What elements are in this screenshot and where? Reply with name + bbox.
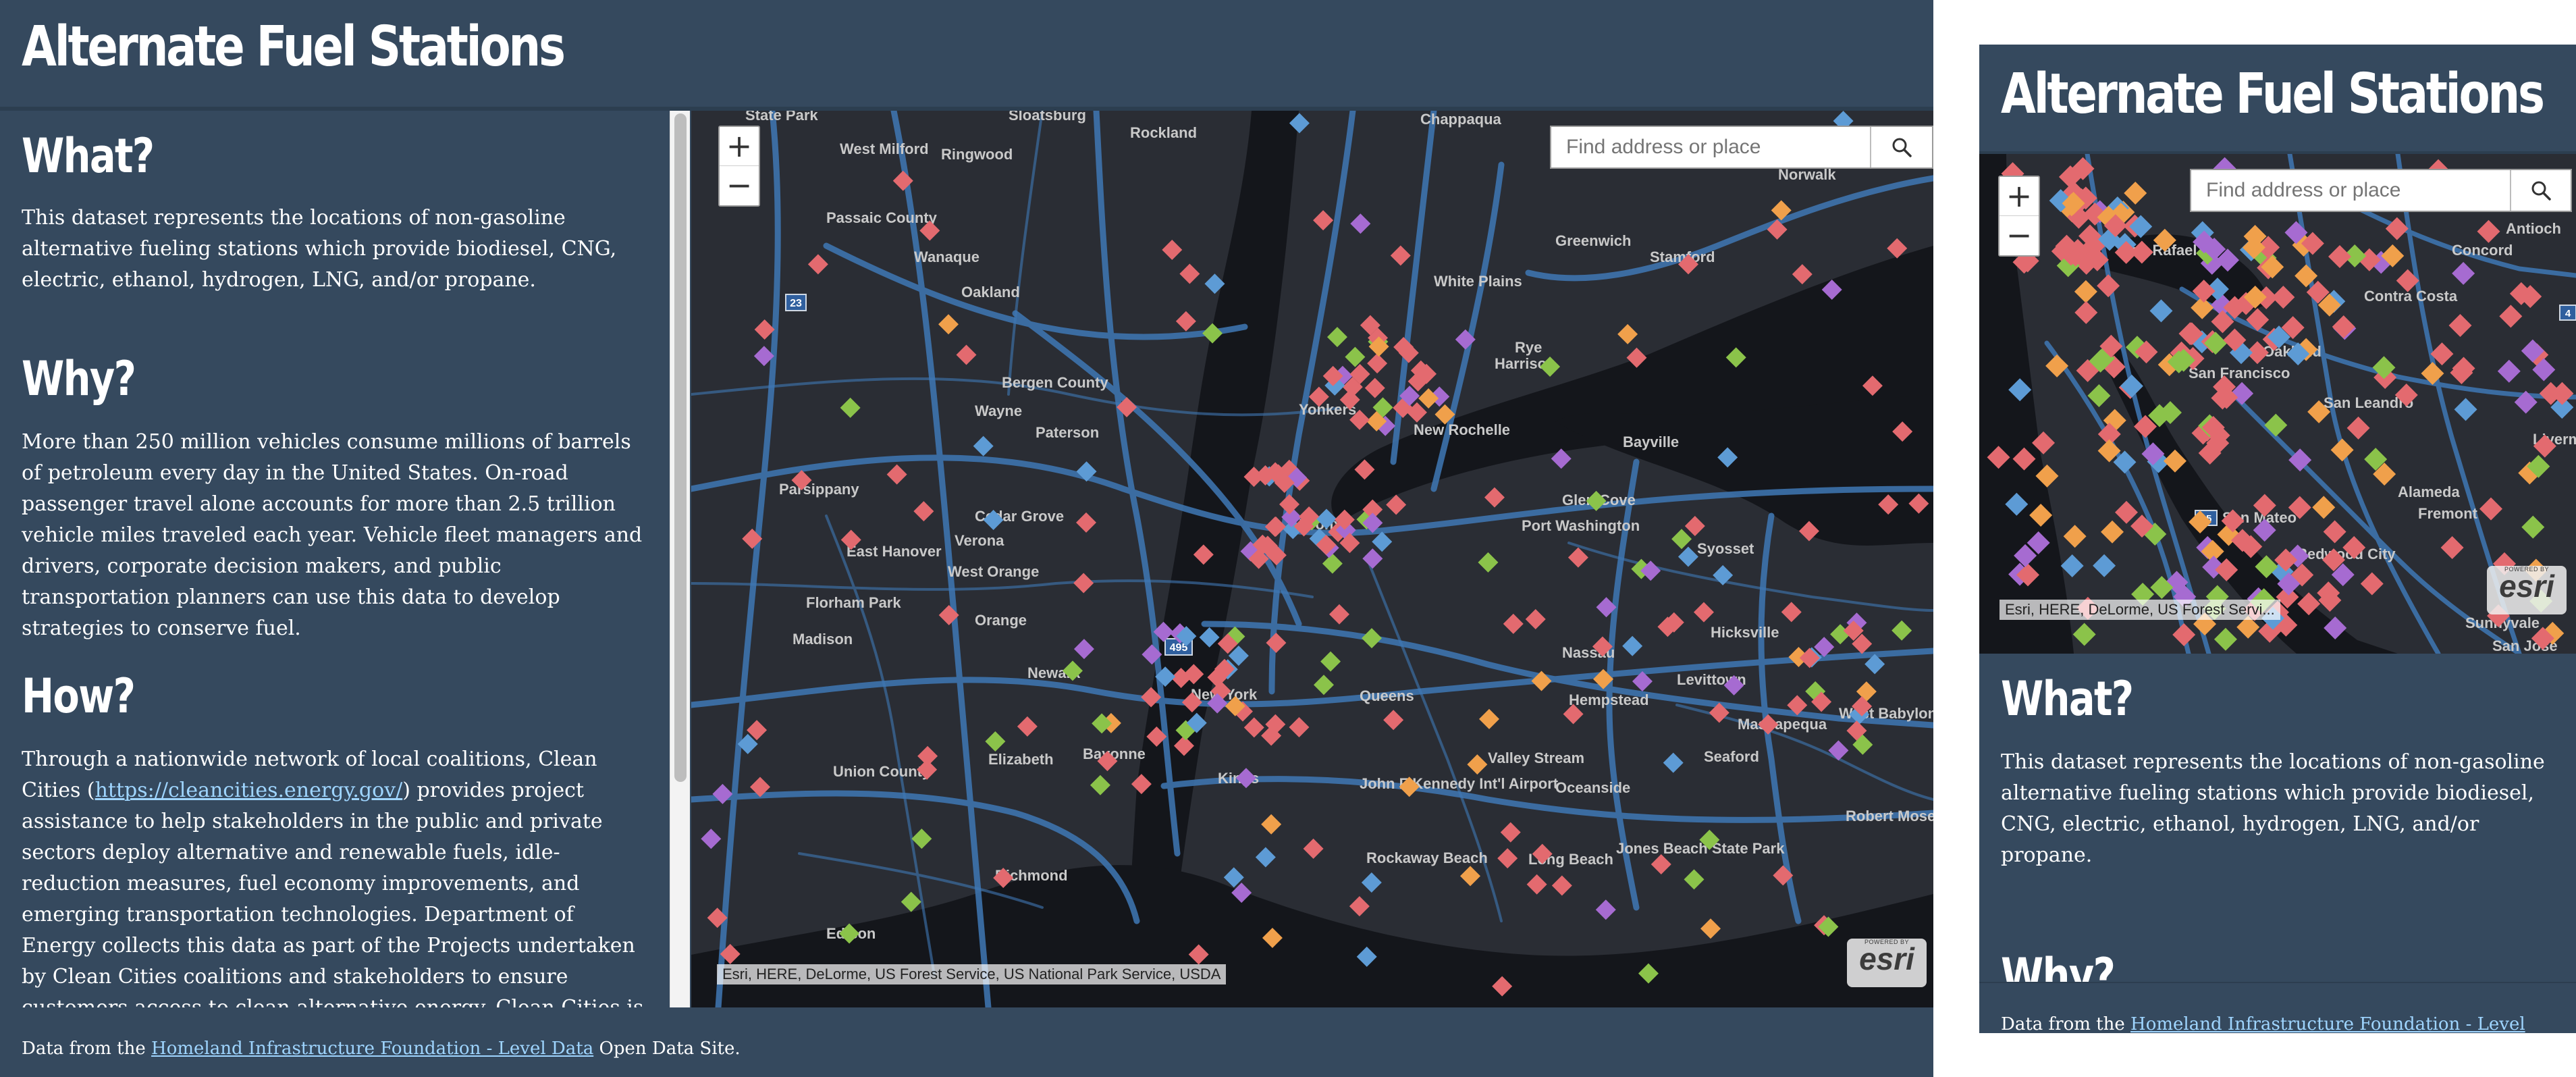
- label-east-hanover: East Hanover: [847, 543, 942, 560]
- zoom-out-button[interactable]: −: [720, 166, 759, 205]
- mobile-search-button[interactable]: [2511, 170, 2571, 211]
- search-icon: [1892, 138, 1912, 157]
- label-west-orange: West Orange: [948, 563, 1039, 580]
- label-union: Union County: [833, 763, 931, 780]
- label-bayville: Bayville: [1623, 434, 1679, 450]
- label-orange: Orange: [975, 612, 1027, 629]
- label-greenwich: Greenwich: [1555, 232, 1631, 249]
- label-white-plains: White Plains: [1434, 273, 1522, 290]
- mobile-esri-wordmark: esri: [2499, 569, 2554, 604]
- mobile-search-input[interactable]: Find address or place: [2191, 170, 2511, 211]
- label-alameda: Alameda: [2398, 483, 2460, 500]
- label-chappaqua: Chappaqua: [1420, 111, 1502, 128]
- label-sloatsburg: Sloatsburg: [1009, 111, 1086, 124]
- label-jones-beach: Jones Beach State Park: [1616, 840, 1785, 857]
- mobile-footer: Data from the Homeland Infrastructure Fo…: [1979, 982, 2576, 1033]
- geocoder-search: Find address or place: [1550, 126, 1933, 169]
- label-madison: Madison: [793, 631, 853, 648]
- zoom-control: + −: [718, 126, 760, 207]
- label-new-rochelle: New Rochelle: [1414, 421, 1510, 438]
- label-west-milford: West Milford: [840, 140, 929, 157]
- label-oceanside: Oceanside: [1555, 779, 1630, 796]
- how-text-end: ) provides project assistance to help st…: [22, 779, 643, 1007]
- mobile-esri-logo: POWERED BY esri: [2487, 566, 2567, 614]
- esri-wordmark: esri: [1859, 941, 1914, 976]
- label-wanaque: Wanaque: [914, 248, 980, 265]
- shield-23: 23: [790, 298, 802, 309]
- scrollbar-thumb[interactable]: [674, 113, 687, 782]
- label-antioch: Antioch: [2506, 220, 2561, 237]
- label-passaic: Passaic County: [826, 209, 938, 226]
- label-port-washington: Port Washington: [1522, 517, 1640, 534]
- label-massapequa: Massapequa: [1738, 716, 1827, 733]
- search-button[interactable]: [1871, 127, 1932, 167]
- label-valley-stream: Valley Stream: [1488, 750, 1584, 766]
- label-oakland: Oakland: [961, 284, 1020, 300]
- label-contra-costa: Contra Costa: [2364, 288, 2458, 305]
- esri-logo: POWERED BY esri: [1847, 939, 1927, 987]
- how-heading: How?: [22, 668, 136, 724]
- footer-text: Data from the Homeland Infrastructure Fo…: [22, 1039, 741, 1059]
- label-wayne: Wayne: [975, 402, 1022, 419]
- search-input[interactable]: Find address or place: [1551, 127, 1871, 167]
- label-ringwood: Ringwood: [941, 146, 1013, 163]
- mobile-zoom-in-button[interactable]: +: [2000, 177, 2039, 216]
- info-sidebar[interactable]: What? This dataset represents the locati…: [0, 111, 668, 1007]
- page-footer: Data from the Homeland Infrastructure Fo…: [0, 1007, 1933, 1077]
- clean-cities-link[interactable]: https://cleancities.energy.gov/: [95, 779, 403, 802]
- label-rockland: Rockland: [1130, 124, 1197, 141]
- map-attribution: Esri, HERE, DeLorme, US Forest Service, …: [717, 964, 1227, 984]
- label-robert-moses: Robert Moses State Park: [1846, 808, 1933, 824]
- map-view[interactable]: 23 495 State Park Sloatsburg Rockland Ch…: [688, 107, 2021, 1011]
- sidebar-scrollbar[interactable]: [670, 111, 690, 1007]
- mobile-view: Alternate Fuel Stations 35 4 San Rafael: [1979, 45, 2576, 1033]
- mobile-map-attribution: Esri, HERE, DeLorme, US Forest Servi...: [2000, 600, 2280, 620]
- app-header: Alternate Fuel Stations: [0, 0, 1933, 111]
- why-heading: Why?: [22, 351, 136, 406]
- mobile-zoom-control: + −: [1998, 176, 2040, 257]
- ny-basemap: 23 495 State Park Sloatsburg Rockland Ch…: [688, 107, 2021, 1011]
- label-rye: Rye: [1515, 339, 1542, 356]
- mobile-why-heading: Why?: [2001, 948, 2116, 982]
- label-paterson: Paterson: [1036, 424, 1099, 441]
- label-hempstead: Hempstead: [1569, 691, 1649, 708]
- label-queens: Queens: [1360, 687, 1414, 704]
- why-text: More than 250 million vehicles consume m…: [22, 430, 643, 640]
- label-rockaway: Rockaway Beach: [1366, 849, 1488, 866]
- app-title: Alternate Fuel Stations: [22, 15, 566, 79]
- mobile-map-view[interactable]: 35 4 San Rafael Concord Antioch Contra C…: [1979, 151, 2576, 656]
- mobile-footer-text: Data from the Homeland Infrastructure Fo…: [2001, 1009, 2561, 1033]
- label-parsippany: Parsippany: [779, 481, 859, 498]
- label-san-francisco: San Francisco: [2189, 365, 2290, 382]
- mobile-app-title: Alternate Fuel Stations: [2001, 62, 2545, 126]
- footer-suffix: Open Data Site.: [599, 1039, 741, 1059]
- shield-4: 4: [2565, 308, 2571, 319]
- label-hicksville: Hicksville: [1711, 624, 1779, 641]
- mobile-geocoder-search: Find address or place: [2190, 169, 2572, 212]
- label-syosset: Syosset: [1697, 540, 1754, 557]
- label-state-park: State Park: [745, 111, 818, 124]
- desktop-view: Alternate Fuel Stations What? This datas…: [0, 0, 2021, 1077]
- mobile-footer-prefix: Data from the: [2001, 1014, 2125, 1033]
- what-heading: What?: [22, 128, 155, 184]
- label-verona: Verona: [955, 532, 1004, 549]
- hifld-link[interactable]: Homeland Infrastructure Foundation - Lev…: [151, 1039, 593, 1059]
- mobile-what-heading: What?: [2001, 671, 2134, 727]
- label-elizabeth: Elizabeth: [988, 751, 1054, 768]
- mobile-info-panel[interactable]: What? This dataset represents the locati…: [1979, 654, 2576, 982]
- label-concord: Concord: [2452, 242, 2513, 259]
- zoom-in-button[interactable]: +: [720, 127, 759, 166]
- mobile-zoom-out-button[interactable]: −: [2000, 216, 2039, 255]
- footer-prefix: Data from the: [22, 1039, 146, 1059]
- label-jfk: John F Kennedy Int'l Airport: [1360, 775, 1559, 792]
- search-icon: [2531, 181, 2551, 201]
- label-fremont: Fremont: [2418, 505, 2478, 522]
- label-seaford: Seaford: [1704, 748, 1759, 765]
- how-text: Through a nationwide network of local co…: [22, 744, 649, 1007]
- what-text: This dataset represents the locations of…: [22, 206, 617, 292]
- mobile-what-text: This dataset represents the locations of…: [2001, 750, 2545, 867]
- label-bergen: Bergen County: [1002, 374, 1108, 391]
- label-florham-park: Florham Park: [806, 594, 901, 611]
